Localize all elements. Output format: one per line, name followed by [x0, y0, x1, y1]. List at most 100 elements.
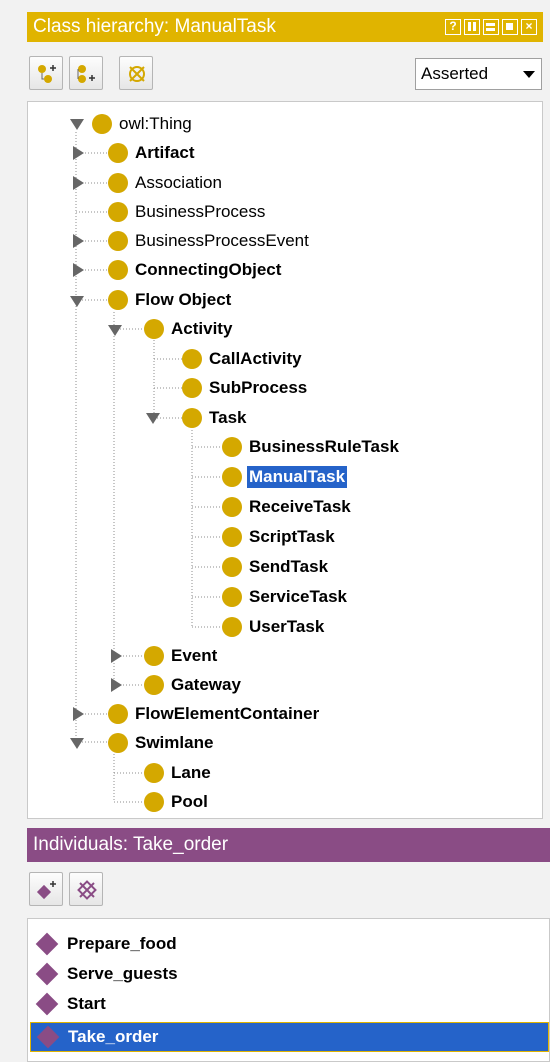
chevron-down-icon [523, 71, 535, 78]
help-icon[interactable]: ? [445, 19, 461, 35]
class-tree: owl:Thing Artifact Association BusinessP… [27, 101, 543, 819]
tree-node-flow-object[interactable]: Flow Object [108, 287, 233, 313]
tree-node-businessruletask[interactable]: BusinessRuleTask [222, 434, 401, 460]
expand-toggle[interactable] [73, 234, 84, 248]
collapse-toggle[interactable] [146, 413, 160, 424]
class-icon [222, 437, 242, 457]
tree-node-task[interactable]: Task [182, 405, 249, 431]
tree-node-label: Pool [171, 792, 208, 811]
tree-node-businessprocessevent[interactable]: BusinessProcessEvent [108, 228, 311, 254]
tree-node-label: SendTask [249, 557, 329, 576]
tree-node-label: BusinessProcess [135, 202, 266, 221]
tree-node-label: ConnectingObject [135, 260, 282, 279]
expand-toggle[interactable] [73, 146, 84, 160]
individuals-toolbar [27, 862, 550, 914]
view-mode-value: Asserted [421, 64, 489, 83]
tree-node-connectingobject[interactable]: ConnectingObject [108, 257, 283, 283]
tree-node-manualtask[interactable]: ManualTask [222, 464, 348, 490]
tree-node-sendtask[interactable]: SendTask [222, 554, 330, 580]
tree-node-pool[interactable]: Pool [144, 789, 210, 815]
tree-node-label: Swimlane [135, 733, 214, 752]
collapse-toggle[interactable] [108, 325, 122, 336]
class-icon [108, 704, 128, 724]
add-sibling-class-button[interactable] [69, 56, 103, 90]
class-icon [108, 202, 128, 222]
tree-node-event[interactable]: Event [144, 643, 219, 669]
individual-item-take-order[interactable]: Take_order [30, 1022, 549, 1052]
tree-node-artifact[interactable]: Artifact [108, 140, 197, 166]
tree-node-swimlane[interactable]: Swimlane [108, 730, 215, 756]
tree-node-label: UserTask [249, 617, 325, 636]
tree-node-flowelementcontainer[interactable]: FlowElementContainer [108, 701, 321, 727]
class-icon [108, 143, 128, 163]
tree-node-scripttask[interactable]: ScriptTask [222, 524, 337, 550]
expand-toggle[interactable] [111, 649, 122, 663]
tree-node-label: Association [135, 173, 222, 192]
class-hierarchy-title: Class hierarchy: ManualTask [33, 16, 276, 37]
delete-class-button[interactable] [119, 56, 153, 90]
individual-item-serve-guests[interactable]: Serve_guests [30, 959, 549, 989]
class-icon [144, 763, 164, 783]
class-toolbar: Asserted [27, 48, 543, 96]
tree-node-subprocess[interactable]: SubProcess [182, 375, 309, 401]
tree-node-association[interactable]: Association [108, 170, 224, 196]
individual-label: Start [67, 994, 106, 1013]
expand-toggle[interactable] [73, 707, 84, 721]
individual-label: Serve_guests [67, 964, 178, 983]
delete-individual-button[interactable] [69, 872, 103, 906]
add-subclass-icon [38, 65, 56, 83]
class-icon [92, 114, 112, 134]
tree-node-activity[interactable]: Activity [144, 316, 234, 342]
class-icon [108, 173, 128, 193]
tree-node-label: BusinessRuleTask [249, 437, 399, 456]
tree-node-label: Artifact [135, 143, 195, 162]
individual-item-start[interactable]: Start [30, 989, 549, 1019]
tree-node-businessprocess[interactable]: BusinessProcess [108, 199, 267, 225]
expand-toggle[interactable] [73, 176, 84, 190]
individual-icon [35, 932, 59, 956]
add-individual-icon [36, 881, 56, 900]
tree-node-servicetask[interactable]: ServiceTask [222, 584, 349, 610]
individual-item-prepare-food[interactable]: Prepare_food [30, 929, 549, 959]
delete-individual-icon [77, 880, 97, 900]
tree-node-label: Gateway [171, 675, 241, 694]
tree-node-callactivity[interactable]: CallActivity [182, 346, 304, 372]
header-icons: ? × [445, 19, 537, 36]
individual-icon [36, 1025, 60, 1049]
class-icon [222, 497, 242, 517]
view-mode-select[interactable]: Asserted [415, 58, 542, 90]
rows-icon[interactable] [483, 19, 499, 35]
collapse-toggle[interactable] [70, 296, 84, 307]
class-icon [222, 527, 242, 547]
tree-node-owl-thing[interactable]: owl:Thing [70, 111, 194, 137]
tree-node-label: Lane [171, 763, 211, 782]
tree-node-label: ManualTask [247, 466, 348, 488]
tree-node-gateway[interactable]: Gateway [144, 672, 243, 698]
add-subclass-button[interactable] [29, 56, 63, 90]
class-icon [144, 675, 164, 695]
columns-icon[interactable] [464, 19, 480, 35]
class-icon [222, 617, 242, 637]
class-icon [182, 349, 202, 369]
tree-node-lane[interactable]: Lane [144, 760, 213, 786]
tree-node-receivetask[interactable]: ReceiveTask [222, 494, 353, 520]
add-individual-button[interactable] [29, 872, 63, 906]
tree-node-label: Event [171, 646, 218, 665]
class-icon [222, 587, 242, 607]
tree-node-usertask[interactable]: UserTask [222, 614, 326, 640]
individuals-list: Prepare_food Serve_guests Start Take_ord… [27, 918, 550, 1062]
maximize-icon[interactable] [502, 19, 518, 35]
class-hierarchy-header: Class hierarchy: ManualTask ? × [27, 12, 543, 42]
individuals-title: Individuals: Take_order [33, 834, 229, 855]
add-sibling-class-icon [77, 65, 95, 83]
tree-node-label: ReceiveTask [249, 497, 351, 516]
individual-label: Prepare_food [67, 934, 177, 953]
expand-toggle[interactable] [111, 678, 122, 692]
class-icon [222, 467, 242, 487]
class-icon [182, 408, 202, 428]
class-icon [108, 260, 128, 280]
close-icon[interactable]: × [521, 19, 537, 35]
collapse-toggle[interactable] [70, 738, 84, 749]
expand-toggle[interactable] [73, 263, 84, 277]
individuals-header: Individuals: Take_order [27, 828, 550, 862]
